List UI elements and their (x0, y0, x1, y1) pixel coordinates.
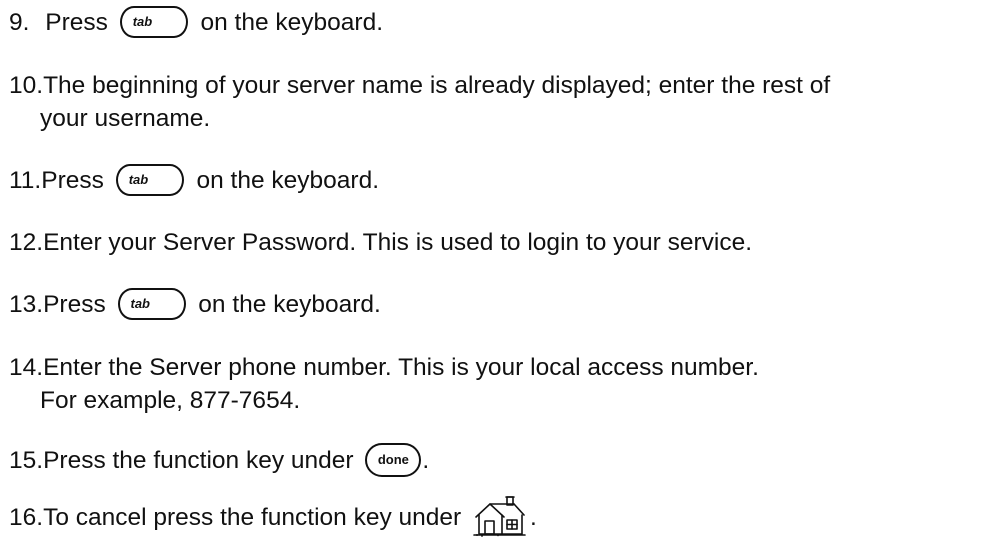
step-13: 13.Press tab on the keyboard. (9, 287, 1001, 322)
instruction-steps: 9. Press tab on the keyboard. 10.The beg… (0, 0, 1001, 537)
step-16: 16.To cancel press the function key unde… (9, 493, 1001, 537)
step-line: 10.The beginning of your server name is … (9, 68, 1001, 103)
step-text: Press (43, 291, 113, 318)
step-11: 11.Press tab on the keyboard. (9, 163, 1001, 198)
step-text: on the keyboard. (191, 291, 381, 318)
step-number: 10. (9, 72, 44, 99)
step-text: To cancel press the function key under (43, 504, 468, 531)
step-text: Enter the Server phone number. This is y… (43, 354, 759, 381)
home-icon (472, 495, 528, 537)
step-text: . (422, 447, 430, 474)
tab-key-icon: tab (117, 287, 186, 320)
step-number: 12. (9, 229, 44, 256)
tab-key-icon: tab (119, 5, 188, 38)
step-number: 15. (9, 447, 44, 474)
step-text: Press (45, 9, 115, 36)
tab-key-icon: tab (115, 163, 184, 196)
step-text: The beginning of your server name is alr… (43, 72, 831, 99)
step-text: on the keyboard. (189, 167, 380, 194)
step-14: 14.Enter the Server phone number. This i… (9, 350, 1001, 418)
step-number: 14. (9, 354, 44, 381)
step-text: Press the function key under (43, 447, 361, 474)
step-text: Enter your Server Password. This is used… (43, 229, 753, 256)
step-line: 14.Enter the Server phone number. This i… (9, 350, 1001, 385)
step-12: 12.Enter your Server Password. This is u… (9, 225, 1001, 260)
step-text: . (529, 504, 537, 531)
step-number: 16. (9, 504, 44, 531)
step-text: on the keyboard. (193, 9, 384, 36)
step-text: For example, 877-7654. (40, 387, 301, 414)
step-text: your username. (40, 105, 211, 132)
done-key-icon: done (365, 442, 422, 477)
step-number: 9. (9, 9, 30, 36)
step-number: 11. (9, 167, 42, 194)
step-text: Press (41, 167, 111, 194)
step-line: For example, 877-7654. (9, 383, 1001, 418)
step-number: 13. (9, 291, 44, 318)
step-10: 10.The beginning of your server name is … (9, 68, 1001, 136)
step-15: 15.Press the function key under done. (9, 442, 1001, 479)
step-line: your username. (9, 101, 1001, 136)
step-9: 9. Press tab on the keyboard. (9, 5, 1001, 40)
